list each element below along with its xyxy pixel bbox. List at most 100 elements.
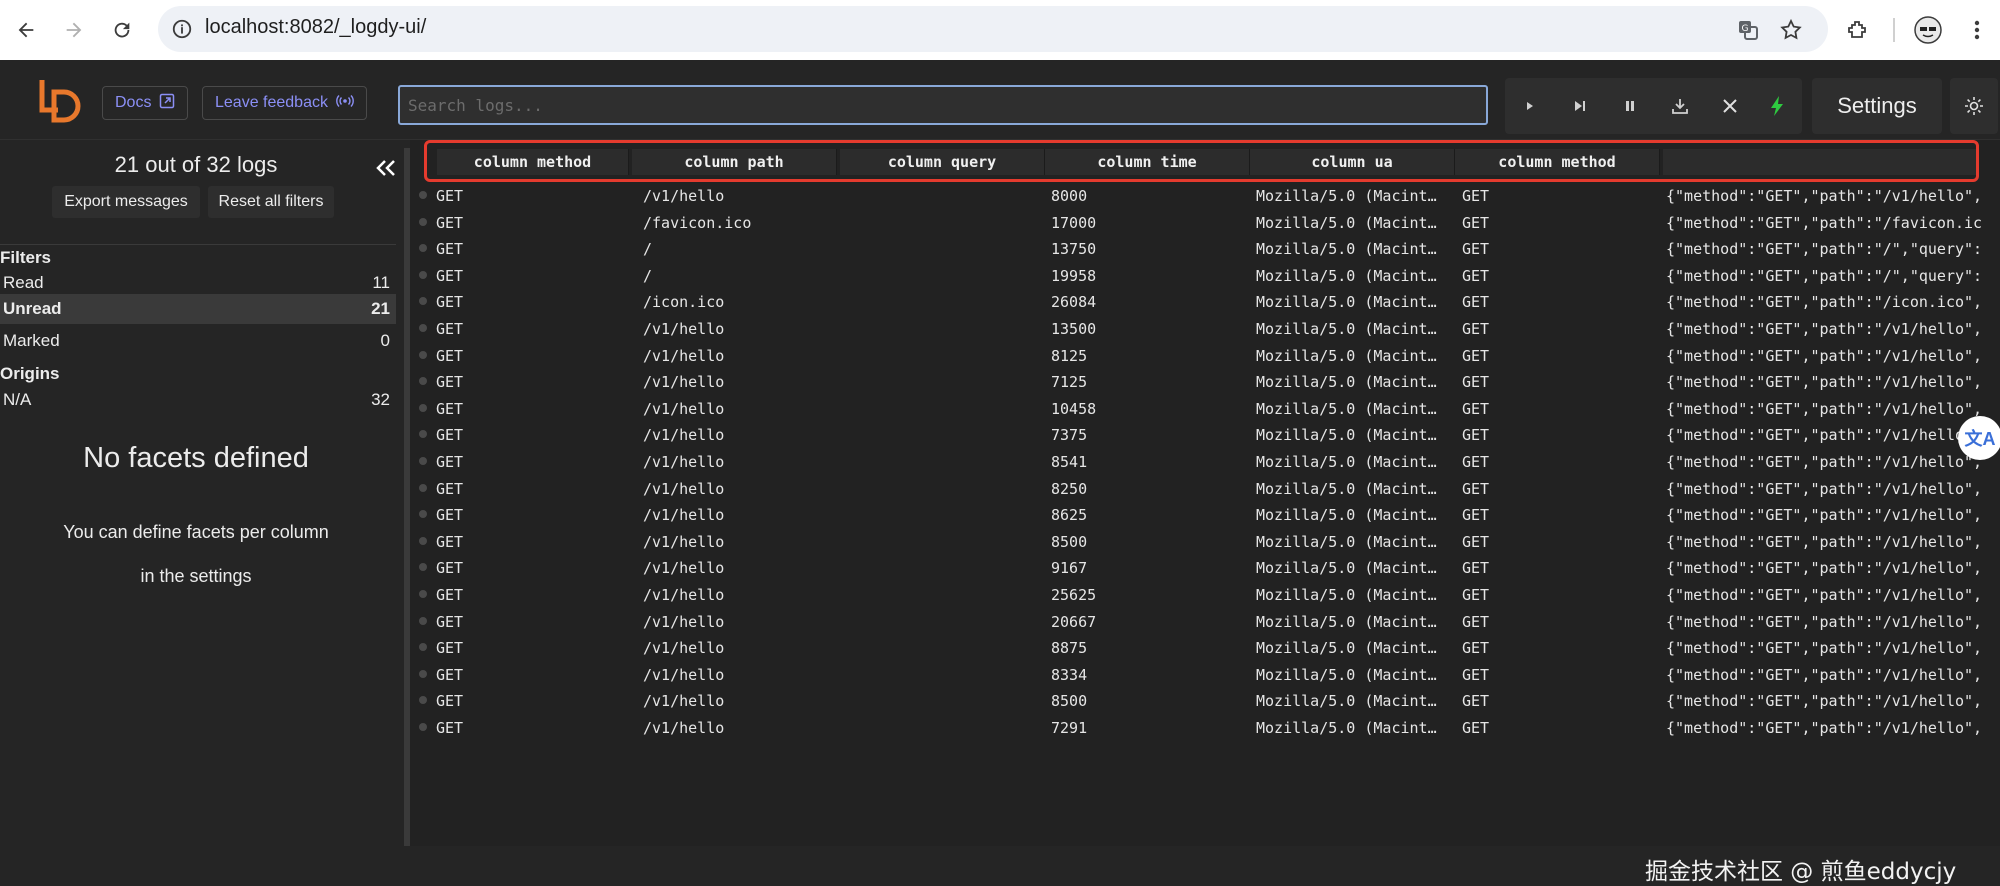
cell-path: /v1/hello <box>643 559 725 578</box>
pause-icon[interactable] <box>1605 78 1655 134</box>
log-table: column method column path column query c… <box>410 140 2000 846</box>
table-row[interactable]: GET/v1/hello 8250 Mozilla/5.0 (Macint… GET {… <box>410 475 2000 502</box>
site-info-icon[interactable] <box>170 17 194 41</box>
cell-time: 8000 <box>1051 187 1088 205</box>
table-row[interactable]: GET/v1/hello 8125 Mozilla/5.0 (Macint… GET {… <box>410 342 2000 369</box>
filter-marked[interactable]: Marked 0 <box>0 326 396 356</box>
cell-path: / <box>643 240 653 259</box>
skip-to-end-icon[interactable] <box>1555 78 1605 134</box>
table-row[interactable]: GET/icon.ico 26084 Mozilla/5.0 (Macint… GET… <box>410 288 2000 315</box>
cell-method: GET <box>436 346 464 365</box>
column-header[interactable]: column path <box>632 149 837 175</box>
theme-toggle-sun-icon[interactable] <box>1950 78 1998 134</box>
collapse-sidebar-icon[interactable] <box>372 154 400 182</box>
column-header[interactable]: column query <box>840 149 1045 175</box>
table-row[interactable]: GET/v1/hello 20667 Mozilla/5.0 (Macint… GET… <box>410 608 2000 635</box>
reload-icon[interactable] <box>104 12 140 48</box>
table-row[interactable]: GET/v1/hello 8541 Mozilla/5.0 (Macint… GET {… <box>410 448 2000 475</box>
search-logs-input[interactable] <box>400 87 1486 123</box>
extensions-icon[interactable] <box>1842 14 1874 46</box>
cell-method: GET <box>436 559 464 578</box>
leave-feedback-button[interactable]: Leave feedback <box>202 86 367 120</box>
unread-dot-icon <box>419 616 427 625</box>
cell-method: GET <box>436 479 464 498</box>
column-header[interactable]: column ua <box>1250 149 1455 175</box>
search-logs-box[interactable] <box>398 85 1488 125</box>
cell-time: 7125 <box>1051 373 1088 392</box>
app-header: Docs Leave feedback Search logs... Setti… <box>0 60 2000 140</box>
cell-path: /v1/hello <box>643 506 725 525</box>
docs-button[interactable]: Docs <box>102 86 189 120</box>
column-header[interactable]: column time <box>1045 149 1250 175</box>
cell-method: GET <box>436 187 464 205</box>
address-url[interactable]: localhost:8082/_logdy-ui/ <box>205 16 426 39</box>
origin-label: N/A <box>3 390 32 409</box>
cell-raw: {"method":"GET","path":"/v1/hello", <box>1666 479 1983 498</box>
cell-path: /v1/hello <box>643 532 725 551</box>
table-row[interactable]: GET/v1/hello 25625 Mozilla/5.0 (Macint… GET… <box>410 581 2000 608</box>
table-row[interactable]: GET/v1/hello 9167 Mozilla/5.0 (Macint… GET {… <box>410 554 2000 581</box>
table-row[interactable]: GET/v1/hello 8500 Mozilla/5.0 (Macint… GET {… <box>410 528 2000 555</box>
table-row[interactable]: GET/v1/hello 7291 Mozilla/5.0 (Macint… GET {… <box>410 714 2000 741</box>
cell-path: /v1/hello <box>643 453 725 471</box>
table-row[interactable]: GET/v1/hello 8334 Mozilla/5.0 (Macint… GET {… <box>410 661 2000 688</box>
sidebar-divider <box>0 244 396 245</box>
export-messages-button[interactable]: Export messages <box>52 186 200 218</box>
download-icon[interactable] <box>1655 78 1705 134</box>
cell-ua: Mozilla/5.0 (Macint… <box>1256 453 1437 471</box>
unread-dot-icon <box>419 324 427 332</box>
table-row[interactable]: GET/favicon.ico 17000 Mozilla/5.0 (Macint…… <box>410 209 2000 236</box>
table-row[interactable]: GET/v1/hello 8875 Mozilla/5.0 (Macint… GET {… <box>410 634 2000 661</box>
cell-raw: {"method":"GET","path":"/v1/hello", <box>1666 453 1983 471</box>
unread-dot-icon <box>419 536 427 545</box>
cell-ua: Mozilla/5.0 (Macint… <box>1256 532 1437 551</box>
translate-fab-icon[interactable]: 文A <box>1958 416 2000 460</box>
table-row[interactable]: GET/v1/hello 8625 Mozilla/5.0 (Macint… GET {… <box>410 501 2000 528</box>
table-row[interactable]: GET/v1/hello 8500 Mozilla/5.0 (Macint… GET {… <box>410 687 2000 714</box>
origin-na[interactable]: N/A 32 <box>0 385 396 415</box>
table-row[interactable]: GET / 13750 Mozilla/5.0 (Macint… GET {"method… <box>410 235 2000 262</box>
table-row[interactable]: GET/v1/hello 7375 Mozilla/5.0 (Macint… GET {… <box>410 421 2000 448</box>
cell-method: GET <box>436 320 464 338</box>
forward-icon[interactable] <box>56 12 92 48</box>
cell-time: 8500 <box>1051 692 1088 711</box>
cell-method2: GET <box>1462 612 1490 631</box>
unread-dot-icon <box>419 244 427 253</box>
cell-time: 9167 <box>1051 559 1088 578</box>
cell-raw: {"method":"GET","path":"/favicon.ic <box>1666 213 1983 232</box>
browser-menu-icon[interactable] <box>1961 14 1993 46</box>
cell-method2: GET <box>1462 293 1490 312</box>
back-icon[interactable] <box>8 12 44 48</box>
cell-method2: GET <box>1462 426 1490 445</box>
reset-all-filters-button[interactable]: Reset all filters <box>208 186 334 218</box>
clear-icon[interactable] <box>1705 78 1755 134</box>
table-row[interactable]: GET / 19958 Mozilla/5.0 (Macint… GET {"method… <box>410 262 2000 289</box>
unread-dot-icon <box>419 457 427 465</box>
column-header[interactable]: column method <box>437 149 629 175</box>
cell-method2: GET <box>1462 266 1490 285</box>
table-row[interactable]: GET/v1/hello 13500 Mozilla/5.0 (Macint… GET… <box>410 315 2000 342</box>
cell-raw: {"method":"GET","path":"/v1/hello", <box>1666 399 1983 418</box>
play-icon[interactable] <box>1505 78 1555 134</box>
logdy-logo-icon[interactable] <box>36 76 86 126</box>
bookmark-star-icon[interactable] <box>1775 14 1807 46</box>
live-mode-bolt-icon[interactable] <box>1752 78 1802 134</box>
translate-page-icon[interactable]: G <box>1732 14 1764 46</box>
table-row[interactable]: GET/v1/hello 10458 Mozilla/5.0 (Macint… GET… <box>410 395 2000 422</box>
table-row[interactable]: GET/v1/hello 7125 Mozilla/5.0 (Macint… GET {… <box>410 368 2000 395</box>
cell-raw: {"method":"GET","path":"/v1/hello", <box>1666 532 1983 551</box>
table-row[interactable]: GET/v1/hello 8000 Mozilla/5.0 (Macint… GET {… <box>410 182 2000 209</box>
cell-raw: {"method":"GET","path":"/v1/hello", <box>1666 586 1983 604</box>
cell-path: /v1/hello <box>643 426 725 445</box>
cell-path: /v1/hello <box>643 399 725 418</box>
filter-unread[interactable]: Unread 21 <box>0 294 396 324</box>
column-header[interactable]: column method <box>1455 149 1660 175</box>
cell-method2: GET <box>1462 692 1490 711</box>
cell-ua: Mozilla/5.0 (Macint… <box>1256 346 1437 365</box>
settings-button[interactable]: Settings <box>1812 78 1942 134</box>
cell-method: GET <box>436 240 464 259</box>
unread-dot-icon <box>419 723 427 731</box>
column-header-raw <box>1663 149 1976 175</box>
profile-avatar-icon[interactable] <box>1912 14 1944 46</box>
unread-dot-icon <box>419 350 427 359</box>
